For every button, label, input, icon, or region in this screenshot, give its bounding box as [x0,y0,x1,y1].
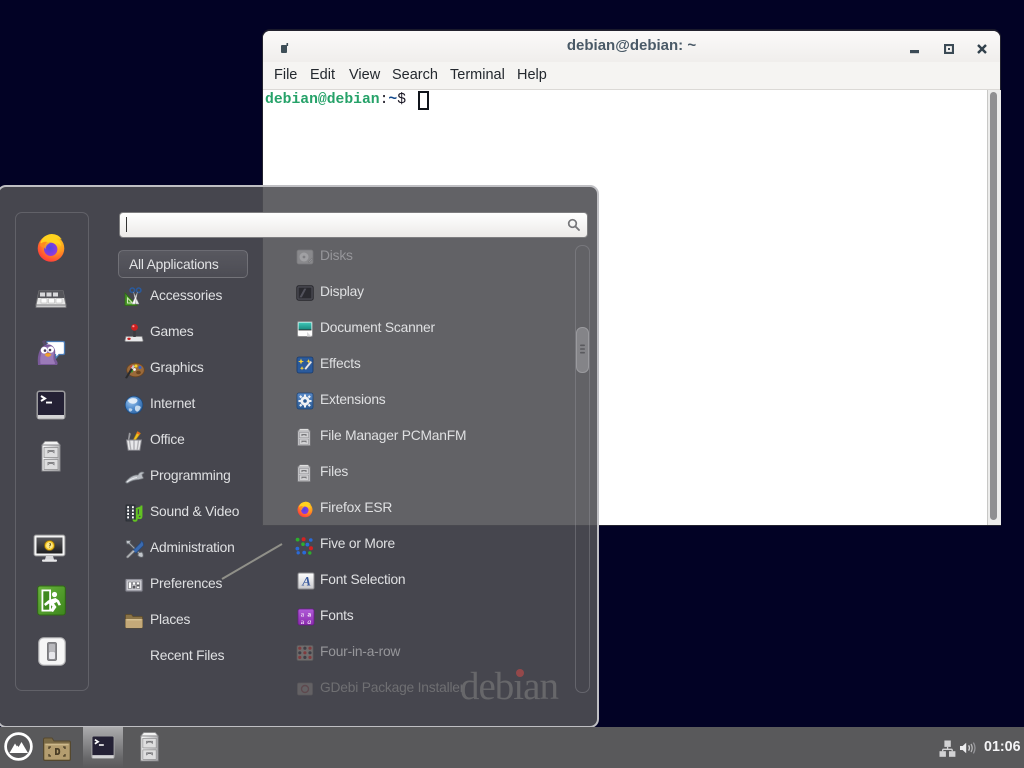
svg-text:A: A [301,573,311,588]
svg-text:a: a [307,617,311,626]
